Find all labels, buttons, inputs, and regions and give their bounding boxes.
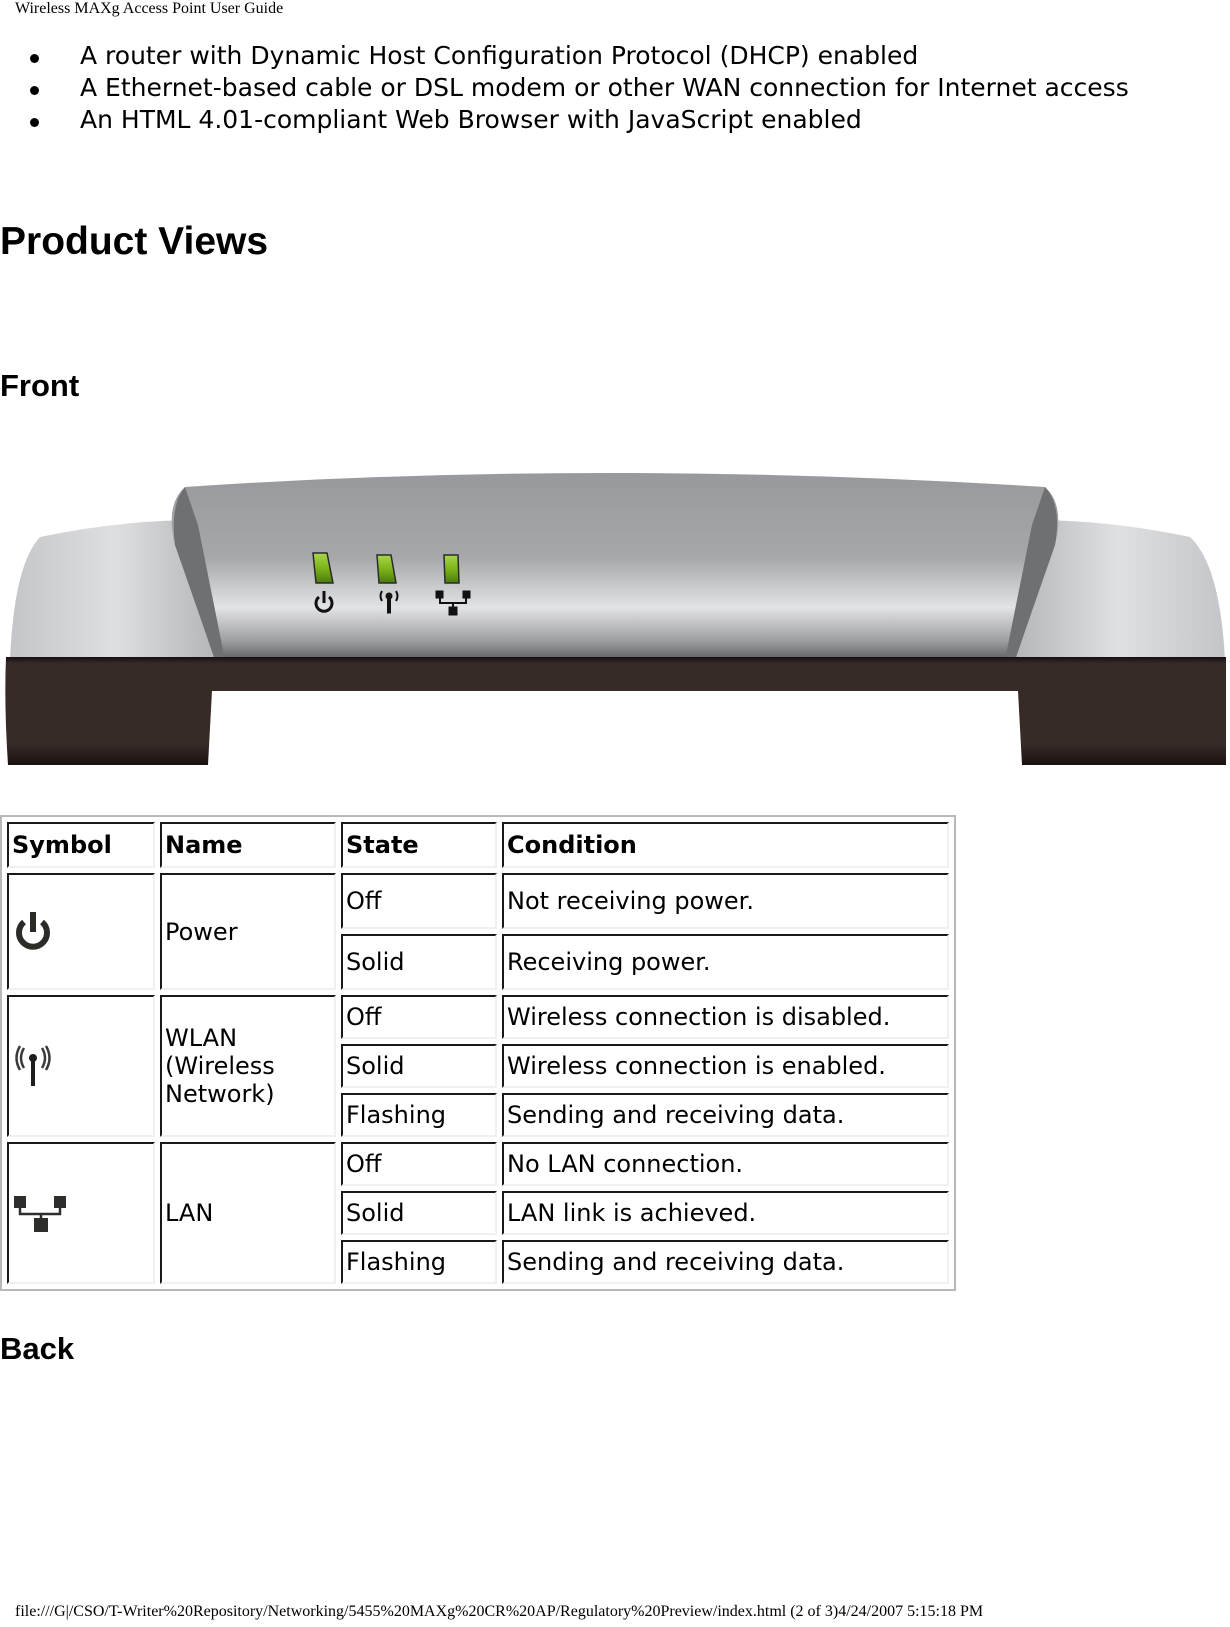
requirement-text: A router with Dynamic Host Configuration…	[80, 41, 919, 70]
table-row: WLAN (Wireless Network) Off Wireless con…	[7, 995, 949, 1137]
requirement-item: A router with Dynamic Host Configuration…	[0, 40, 1129, 72]
wlan-icon	[15, 1045, 51, 1086]
requirement-text: An HTML 4.01-compliant Web Browser with …	[80, 105, 862, 134]
document-header-title: Wireless MAXg Access Point User Guide	[15, 0, 284, 17]
state-cell: Solid	[341, 1191, 497, 1235]
table-header-row: Symbol Name State Condition	[7, 822, 949, 868]
symbol-cell	[7, 1142, 155, 1284]
led-status-table: Symbol Name State Condition Power Off No…	[0, 815, 956, 1291]
condition-cell: Receiving power.	[502, 934, 949, 990]
symbol-cell	[7, 873, 155, 990]
state-cell: Solid	[341, 1044, 497, 1088]
header-state: State	[341, 822, 497, 868]
power-icon	[16, 911, 50, 950]
requirement-item: A Ethernet-based cable or DSL modem or o…	[0, 72, 1129, 104]
state-cell: Flashing	[341, 1240, 497, 1284]
lan-icon	[14, 1196, 66, 1232]
section-title: Product Views	[0, 220, 269, 263]
table-row: LAN Off No LAN connection.	[7, 1142, 949, 1284]
bullet-icon	[30, 118, 39, 127]
state-cell: Off	[341, 1142, 497, 1186]
state-cell: Flashing	[341, 1093, 497, 1137]
condition-cell: No LAN connection.	[502, 1142, 949, 1186]
bullet-icon	[30, 86, 39, 95]
symbol-cell	[7, 995, 155, 1137]
led-name: Power	[160, 873, 336, 990]
header-condition: Condition	[502, 822, 949, 868]
condition-cell: Wireless connection is disabled.	[502, 995, 949, 1039]
led-name: WLAN (Wireless Network)	[160, 995, 336, 1137]
requirement-item: An HTML 4.01-compliant Web Browser with …	[0, 104, 1129, 136]
state-cell: Off	[341, 873, 497, 929]
condition-cell: Sending and receiving data.	[502, 1240, 949, 1284]
state-cell: Off	[341, 995, 497, 1039]
condition-cell: Sending and receiving data.	[502, 1093, 949, 1137]
condition-cell: Not receiving power.	[502, 873, 949, 929]
front-heading: Front	[0, 368, 80, 403]
requirement-text: A Ethernet-based cable or DSL modem or o…	[80, 73, 1129, 102]
bullet-icon	[30, 54, 39, 63]
condition-cell: LAN link is achieved.	[502, 1191, 949, 1235]
front-device-image	[5, 473, 1226, 765]
led-name: LAN	[160, 1142, 336, 1284]
back-heading: Back	[0, 1331, 75, 1366]
condition-cell: Wireless connection is enabled.	[502, 1044, 949, 1088]
requirements-list: A router with Dynamic Host Configuration…	[0, 40, 1129, 136]
document-footer-path: file:///G|/CSO/T-Writer%20Repository/Net…	[15, 1603, 984, 1620]
state-cell: Solid	[341, 934, 497, 990]
table-row: Power Off Not receiving power.	[7, 873, 949, 990]
header-symbol: Symbol	[7, 822, 155, 868]
header-name: Name	[160, 822, 336, 868]
